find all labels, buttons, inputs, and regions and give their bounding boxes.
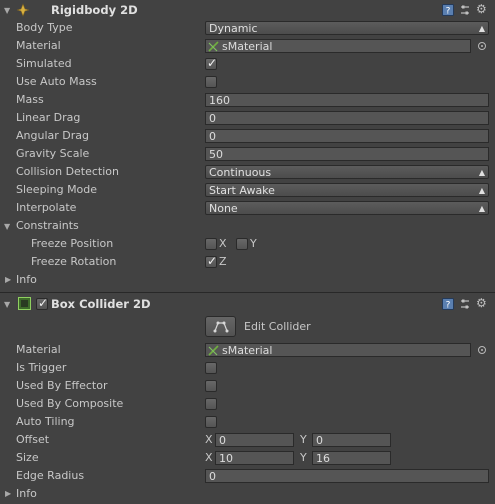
- help-icon[interactable]: ?: [442, 298, 454, 310]
- constraints-foldout-icon[interactable]: ▼: [4, 222, 10, 231]
- rigidbody-title: Rigidbody 2D: [51, 3, 138, 17]
- material-field[interactable]: sMaterial: [205, 39, 471, 53]
- checkmark-icon: ✓: [38, 296, 49, 310]
- checkmark-icon: ✓: [207, 254, 218, 268]
- is-trigger-label: Is Trigger: [16, 361, 67, 374]
- collider-info-label[interactable]: Info: [16, 485, 37, 503]
- foldout-expanded-icon[interactable]: ▼: [4, 300, 10, 309]
- box-collider-title: Box Collider 2D: [51, 297, 151, 311]
- checkmark-icon: ✓: [207, 56, 218, 70]
- box-collider-icon: [18, 297, 31, 310]
- is-trigger-checkbox[interactable]: [205, 362, 217, 374]
- gravity-scale-label: Gravity Scale: [16, 147, 90, 160]
- freeze-position-y-label: Y: [250, 237, 257, 250]
- dropdown-arrow-icon: ▲︎: [478, 186, 485, 195]
- offset-x-input[interactable]: 0: [215, 433, 294, 447]
- sleeping-mode-value: Start Awake: [209, 184, 275, 197]
- svg-text:?: ?: [446, 7, 451, 17]
- interpolate-dropdown[interactable]: None ▲︎: [205, 201, 489, 215]
- size-y-label: Y: [300, 451, 307, 464]
- box-collider-header[interactable]: ▼ ✓ Box Collider 2D ? ⚙: [0, 294, 495, 314]
- size-y-input[interactable]: 16: [312, 451, 391, 465]
- dropdown-arrow-icon: ▲︎: [478, 204, 485, 213]
- material-icon: [208, 345, 219, 356]
- mass-label: Mass: [16, 93, 44, 106]
- help-icon[interactable]: ?: [442, 4, 454, 16]
- auto-tiling-label: Auto Tiling: [16, 415, 75, 428]
- angular-drag-input[interactable]: 0: [205, 129, 489, 143]
- body-type-value: Dynamic: [209, 22, 258, 35]
- interpolate-value: None: [209, 202, 238, 215]
- info-foldout-icon[interactable]: ▶: [5, 489, 11, 498]
- offset-label: Offset: [16, 433, 50, 446]
- svg-text:?: ?: [446, 301, 451, 311]
- body-type-dropdown[interactable]: Dynamic ▲︎: [205, 21, 489, 35]
- box-collider-enabled-checkbox[interactable]: ✓: [36, 296, 49, 310]
- size-x-input[interactable]: 10: [215, 451, 294, 465]
- constraints-label[interactable]: Constraints: [16, 217, 79, 235]
- mass-input[interactable]: 160: [205, 93, 489, 107]
- linear-drag-label: Linear Drag: [16, 111, 81, 124]
- sleeping-mode-label: Sleeping Mode: [16, 183, 98, 196]
- auto-tiling-checkbox[interactable]: [205, 416, 217, 428]
- info-foldout-icon[interactable]: ▶: [5, 275, 11, 284]
- material-icon: [208, 41, 219, 52]
- used-by-effector-checkbox[interactable]: [205, 380, 217, 392]
- edge-radius-input[interactable]: 0: [205, 469, 489, 483]
- offset-x-label: X: [205, 433, 213, 446]
- preset-icon[interactable]: [459, 4, 471, 16]
- settings-icon[interactable]: ⚙: [476, 2, 487, 16]
- collision-detection-label: Collision Detection: [16, 165, 120, 178]
- simulated-label: Simulated: [16, 57, 72, 70]
- freeze-position-x-label: X: [219, 237, 227, 250]
- offset-y-input[interactable]: 0: [312, 433, 391, 447]
- info-label[interactable]: Info: [16, 271, 37, 289]
- offset-y-label: Y: [300, 433, 307, 446]
- edit-collider-label: Edit Collider: [244, 320, 311, 333]
- linear-drag-input[interactable]: 0: [205, 111, 489, 125]
- gravity-scale-input[interactable]: 50: [205, 147, 489, 161]
- foldout-expanded-icon[interactable]: ▼: [4, 6, 10, 15]
- freeze-rotation-z-checkbox[interactable]: ✓: [205, 254, 218, 268]
- collision-detection-dropdown[interactable]: Continuous ▲︎: [205, 165, 489, 179]
- use-auto-mass-label: Use Auto Mass: [16, 75, 97, 88]
- collider-material-label: Material: [16, 343, 61, 356]
- size-x-label: X: [205, 451, 213, 464]
- edit-collider-button[interactable]: [205, 316, 236, 337]
- sleeping-mode-dropdown[interactable]: Start Awake ▲︎: [205, 183, 489, 197]
- used-by-effector-label: Used By Effector: [16, 379, 108, 392]
- edit-collider-icon: [213, 321, 229, 333]
- dropdown-arrow-icon: ▲︎: [478, 24, 485, 33]
- dropdown-arrow-icon: ▲︎: [478, 168, 485, 177]
- rigidbody-header[interactable]: ▼ Rigidbody 2D ? ⚙: [0, 0, 495, 20]
- use-auto-mass-checkbox[interactable]: [205, 76, 217, 88]
- simulated-checkbox[interactable]: ✓: [205, 56, 218, 70]
- size-label: Size: [16, 451, 39, 464]
- object-picker-icon[interactable]: [478, 42, 486, 50]
- material-value: sMaterial: [222, 40, 273, 53]
- freeze-position-x-checkbox[interactable]: [205, 238, 217, 250]
- used-by-composite-label: Used By Composite: [16, 397, 124, 410]
- object-picker-icon[interactable]: [478, 346, 486, 354]
- material-label: Material: [16, 39, 61, 52]
- collider-material-field[interactable]: sMaterial: [205, 343, 471, 357]
- angular-drag-label: Angular Drag: [16, 129, 89, 142]
- preset-icon[interactable]: [459, 298, 471, 310]
- used-by-composite-checkbox[interactable]: [205, 398, 217, 410]
- freeze-position-y-checkbox[interactable]: [236, 238, 248, 250]
- freeze-position-label: Freeze Position: [31, 237, 114, 250]
- settings-icon[interactable]: ⚙: [476, 296, 487, 310]
- freeze-rotation-label: Freeze Rotation: [31, 255, 117, 268]
- component-divider: [0, 292, 495, 293]
- freeze-rotation-z-label: Z: [219, 255, 227, 268]
- rigidbody-icon: [16, 3, 30, 17]
- body-type-label: Body Type: [16, 21, 73, 34]
- collider-material-value: sMaterial: [222, 344, 273, 357]
- collision-detection-value: Continuous: [209, 166, 272, 179]
- edge-radius-label: Edge Radius: [16, 469, 85, 482]
- interpolate-label: Interpolate: [16, 201, 77, 214]
